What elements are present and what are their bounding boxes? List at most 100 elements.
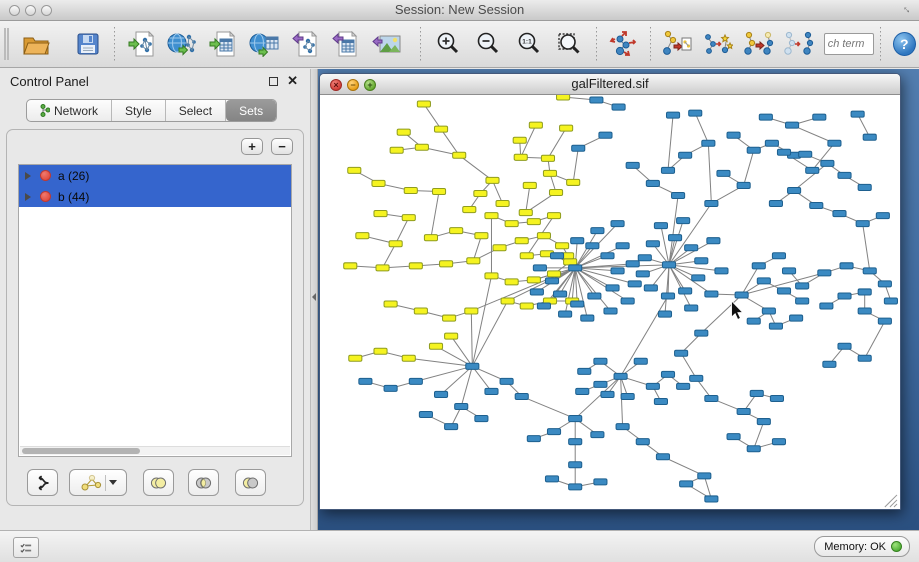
network-node[interactable] bbox=[571, 238, 584, 244]
network-node[interactable] bbox=[614, 373, 627, 379]
network-node[interactable] bbox=[646, 180, 659, 186]
network-node[interactable] bbox=[547, 429, 560, 435]
network-node[interactable] bbox=[661, 167, 674, 173]
network-node[interactable] bbox=[796, 283, 809, 289]
network-node[interactable] bbox=[636, 439, 649, 445]
zoom-selected-region-button[interactable] bbox=[552, 25, 587, 63]
tab-network[interactable]: Network bbox=[27, 100, 112, 121]
network-node[interactable] bbox=[646, 383, 659, 389]
network-node[interactable] bbox=[606, 285, 619, 291]
network-node[interactable] bbox=[757, 278, 770, 284]
network-node[interactable] bbox=[533, 265, 546, 271]
network-node[interactable] bbox=[590, 97, 603, 103]
network-node[interactable] bbox=[770, 395, 783, 401]
network-node[interactable] bbox=[569, 462, 582, 468]
network-node[interactable] bbox=[856, 221, 869, 227]
network-node[interactable] bbox=[520, 303, 533, 309]
network-node[interactable] bbox=[547, 271, 560, 277]
network-node[interactable] bbox=[547, 213, 560, 219]
network-node[interactable] bbox=[782, 268, 795, 274]
network-node[interactable] bbox=[813, 114, 826, 120]
network-node[interactable] bbox=[569, 439, 582, 445]
network-node[interactable] bbox=[390, 147, 403, 153]
network-node[interactable] bbox=[576, 388, 589, 394]
network-node[interactable] bbox=[549, 189, 562, 195]
network-node[interactable] bbox=[496, 201, 509, 207]
network-node[interactable] bbox=[344, 263, 357, 269]
network-node[interactable] bbox=[493, 245, 506, 251]
network-node[interactable] bbox=[545, 278, 558, 284]
network-node[interactable] bbox=[376, 265, 389, 271]
network-node[interactable] bbox=[772, 253, 785, 259]
network-node[interactable] bbox=[572, 145, 585, 151]
set-union-button[interactable] bbox=[143, 469, 174, 496]
network-node[interactable] bbox=[359, 378, 372, 384]
network-graph[interactable] bbox=[320, 95, 900, 509]
network-node[interactable] bbox=[636, 271, 649, 277]
remove-set-button[interactable]: − bbox=[271, 138, 293, 155]
network-node[interactable] bbox=[560, 125, 573, 131]
float-panel-icon[interactable] bbox=[269, 77, 278, 86]
import-network-web-button[interactable] bbox=[165, 25, 200, 63]
network-node[interactable] bbox=[515, 238, 528, 244]
network-node[interactable] bbox=[409, 378, 422, 384]
network-node[interactable] bbox=[878, 318, 891, 324]
network-node[interactable] bbox=[685, 305, 698, 311]
network-node[interactable] bbox=[833, 211, 846, 217]
network-node[interactable] bbox=[578, 368, 591, 374]
memory-status-badge[interactable]: Memory: OK bbox=[814, 536, 910, 557]
dropdown-arrow-icon[interactable] bbox=[109, 480, 117, 485]
network-node[interactable] bbox=[527, 436, 540, 442]
help-button[interactable]: ? bbox=[893, 32, 916, 56]
window-zoom-icon[interactable] bbox=[41, 5, 52, 16]
network-node[interactable] bbox=[545, 476, 558, 482]
network-node[interactable] bbox=[851, 111, 864, 117]
panel-splitter[interactable] bbox=[310, 69, 318, 530]
network-node[interactable] bbox=[594, 479, 607, 485]
network-node[interactable] bbox=[878, 281, 891, 287]
network-node[interactable] bbox=[685, 245, 698, 251]
network-node[interactable] bbox=[604, 308, 617, 314]
network-node[interactable] bbox=[467, 258, 480, 264]
import-network-file-button[interactable] bbox=[124, 25, 159, 63]
network-node[interactable] bbox=[404, 187, 417, 193]
network-node[interactable] bbox=[415, 144, 428, 150]
network-node[interactable] bbox=[821, 160, 834, 166]
network-node[interactable] bbox=[656, 454, 669, 460]
network-node[interactable] bbox=[556, 243, 569, 249]
network-node[interactable] bbox=[530, 289, 543, 295]
network-node[interactable] bbox=[677, 218, 690, 224]
network-node[interactable] bbox=[759, 114, 772, 120]
set-difference-button[interactable] bbox=[235, 469, 266, 496]
network-node[interactable] bbox=[559, 311, 572, 317]
network-node[interactable] bbox=[661, 293, 674, 299]
tab-style[interactable]: Style bbox=[112, 100, 166, 121]
network-node[interactable] bbox=[419, 412, 432, 418]
network-node[interactable] bbox=[735, 292, 748, 298]
create-set-from-network-button[interactable] bbox=[69, 469, 127, 496]
network-node[interactable] bbox=[702, 140, 715, 146]
network-node[interactable] bbox=[537, 233, 550, 239]
scrollbar-thumb[interactable] bbox=[22, 448, 140, 454]
network-node[interactable] bbox=[466, 363, 479, 369]
network-node[interactable] bbox=[727, 434, 740, 440]
network-node[interactable] bbox=[644, 285, 657, 291]
network-node[interactable] bbox=[397, 129, 410, 135]
network-node[interactable] bbox=[601, 253, 614, 259]
network-node[interactable] bbox=[858, 355, 871, 361]
network-node[interactable] bbox=[519, 210, 532, 216]
network-node[interactable] bbox=[402, 355, 415, 361]
network-node[interactable] bbox=[356, 233, 369, 239]
network-node[interactable] bbox=[679, 288, 692, 294]
search-input[interactable] bbox=[824, 33, 874, 55]
network-node[interactable] bbox=[858, 184, 871, 190]
network-node[interactable] bbox=[777, 288, 790, 294]
export-table-button[interactable] bbox=[328, 25, 363, 63]
network-node[interactable] bbox=[474, 190, 487, 196]
horizontal-scrollbar[interactable] bbox=[20, 446, 290, 455]
network-node[interactable] bbox=[863, 134, 876, 140]
network-node[interactable] bbox=[402, 215, 415, 221]
network-node[interactable] bbox=[772, 439, 785, 445]
network-node[interactable] bbox=[698, 473, 711, 479]
network-node[interactable] bbox=[569, 484, 582, 490]
